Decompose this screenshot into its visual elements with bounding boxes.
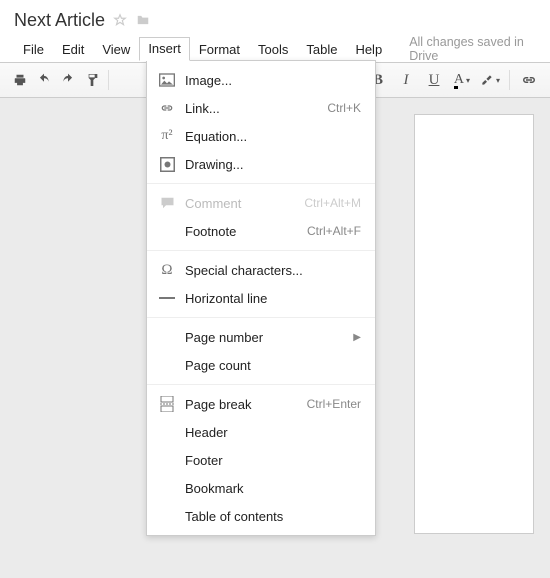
menu-bar: File Edit View Insert Format Tools Table… bbox=[14, 34, 540, 62]
menu-item-bookmark[interactable]: Bookmark bbox=[147, 474, 375, 502]
menu-item-label: Table of contents bbox=[185, 509, 361, 524]
folder-icon[interactable] bbox=[135, 13, 151, 27]
insert-link-button[interactable] bbox=[516, 68, 542, 92]
page-break-icon bbox=[157, 396, 177, 412]
menu-item-label: Footer bbox=[185, 453, 361, 468]
blank-icon bbox=[157, 480, 177, 496]
comment-icon bbox=[157, 195, 177, 211]
app-header: Next Article File Edit View Insert Forma… bbox=[0, 0, 550, 62]
menu-item-drawing[interactable]: Drawing... bbox=[147, 150, 375, 178]
menu-item-page-break[interactable]: Page break Ctrl+Enter bbox=[147, 390, 375, 418]
menu-item-comment: Comment Ctrl+Alt+M bbox=[147, 189, 375, 217]
document-page[interactable] bbox=[414, 114, 534, 534]
menu-shortcut: Ctrl+Alt+F bbox=[307, 224, 361, 238]
star-icon[interactable] bbox=[113, 13, 127, 27]
menu-tools[interactable]: Tools bbox=[249, 38, 297, 61]
save-status: All changes saved in Drive bbox=[409, 35, 540, 63]
menu-help[interactable]: Help bbox=[346, 38, 391, 61]
redo-button[interactable] bbox=[56, 68, 80, 92]
menu-format[interactable]: Format bbox=[190, 38, 249, 61]
menu-item-label: Comment bbox=[185, 196, 304, 211]
menu-item-label: Footnote bbox=[185, 224, 307, 239]
menu-item-label: Image... bbox=[185, 73, 361, 88]
menu-table[interactable]: Table bbox=[297, 38, 346, 61]
italic-button[interactable]: I bbox=[393, 68, 419, 92]
document-title[interactable]: Next Article bbox=[14, 10, 105, 31]
blank-icon bbox=[157, 424, 177, 440]
menu-item-toc[interactable]: Table of contents bbox=[147, 502, 375, 530]
menu-item-page-number[interactable]: Page number ▶ bbox=[147, 323, 375, 351]
menu-item-label: Bookmark bbox=[185, 481, 361, 496]
title-row: Next Article bbox=[14, 6, 540, 34]
menu-shortcut: Ctrl+Enter bbox=[307, 397, 361, 411]
menu-item-label: Drawing... bbox=[185, 157, 361, 172]
hline-icon bbox=[157, 290, 177, 306]
underline-button[interactable]: U bbox=[421, 68, 447, 92]
menu-separator bbox=[147, 384, 375, 385]
menu-item-label: Equation... bbox=[185, 129, 361, 144]
blank-icon bbox=[157, 508, 177, 524]
toolbar-separator bbox=[509, 70, 510, 90]
menu-item-equation[interactable]: π² Equation... bbox=[147, 122, 375, 150]
menu-edit[interactable]: Edit bbox=[53, 38, 93, 61]
text-color-button[interactable]: A▾ bbox=[449, 68, 475, 92]
menu-insert[interactable]: Insert bbox=[139, 37, 190, 61]
menu-item-footnote[interactable]: Footnote Ctrl+Alt+F bbox=[147, 217, 375, 245]
menu-item-label: Link... bbox=[185, 101, 327, 116]
submenu-arrow-icon: ▶ bbox=[353, 332, 361, 343]
paint-format-button[interactable] bbox=[80, 68, 104, 92]
blank-icon bbox=[157, 357, 177, 373]
highlight-button[interactable]: ▾ bbox=[477, 68, 503, 92]
menu-item-page-count[interactable]: Page count bbox=[147, 351, 375, 379]
menu-separator bbox=[147, 183, 375, 184]
menu-item-label: Horizontal line bbox=[185, 291, 361, 306]
menu-item-image[interactable]: Image... bbox=[147, 66, 375, 94]
menu-item-label: Page number bbox=[185, 330, 353, 345]
menu-item-special-chars[interactable]: Ω Special characters... bbox=[147, 256, 375, 284]
menu-shortcut: Ctrl+K bbox=[327, 101, 361, 115]
menu-item-horizontal-line[interactable]: Horizontal line bbox=[147, 284, 375, 312]
print-button[interactable] bbox=[8, 68, 32, 92]
blank-icon bbox=[157, 329, 177, 345]
menu-item-label: Page break bbox=[185, 397, 307, 412]
menu-item-link[interactable]: Link... Ctrl+K bbox=[147, 94, 375, 122]
toolbar-separator bbox=[108, 70, 109, 90]
link-icon bbox=[157, 100, 177, 116]
undo-button[interactable] bbox=[32, 68, 56, 92]
menu-item-label: Page count bbox=[185, 358, 361, 373]
omega-icon: Ω bbox=[157, 262, 177, 278]
menu-item-label: Header bbox=[185, 425, 361, 440]
menu-item-footer[interactable]: Footer bbox=[147, 446, 375, 474]
image-icon bbox=[157, 72, 177, 88]
menu-separator bbox=[147, 317, 375, 318]
blank-icon bbox=[157, 452, 177, 468]
menu-separator bbox=[147, 250, 375, 251]
menu-shortcut: Ctrl+Alt+M bbox=[304, 196, 361, 210]
menu-file[interactable]: File bbox=[14, 38, 53, 61]
blank-icon bbox=[157, 223, 177, 239]
menu-item-header[interactable]: Header bbox=[147, 418, 375, 446]
menu-item-label: Special characters... bbox=[185, 263, 361, 278]
insert-menu-dropdown: Image... Link... Ctrl+K π² Equation... D… bbox=[146, 60, 376, 536]
menu-view[interactable]: View bbox=[93, 38, 139, 61]
drawing-icon bbox=[157, 156, 177, 172]
equation-icon: π² bbox=[157, 128, 177, 144]
